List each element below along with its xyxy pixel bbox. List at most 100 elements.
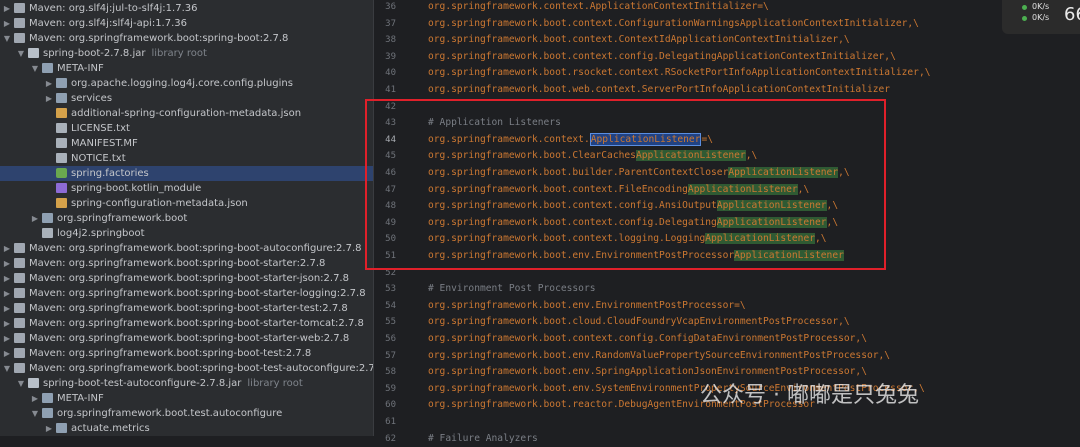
tree-item[interactable]: ▶ actuate.metrics (0, 421, 373, 436)
download-indicator-icon (1022, 16, 1027, 21)
code-line[interactable]: org.springframework.boot.context.Configu… (428, 16, 919, 32)
tree-item[interactable]: spring.factories (0, 166, 373, 181)
code-line[interactable]: org.springframework.boot.web.context.Ser… (428, 82, 890, 98)
tree-item[interactable]: ▶ Maven: org.springframework.boot:spring-… (0, 331, 373, 346)
chevron-down-icon[interactable]: ▼ (16, 376, 26, 391)
jar-icon (28, 48, 39, 58)
line-number: 57 (385, 350, 396, 361)
tree-item[interactable]: ▶ Maven: org.springframework.boot:spring-… (0, 346, 373, 361)
code-line[interactable]: org.springframework.boot.rsocket.context… (428, 65, 931, 81)
tree-item-sublabel: library root (247, 378, 303, 389)
folder-icon (42, 408, 53, 418)
code-comment: # Failure Analyzers (428, 432, 538, 444)
tree-item[interactable]: ▶ org.apache.logging.log4j.core.config.pl… (0, 76, 373, 91)
tree-item-label: spring-configuration-metadata.json (71, 198, 248, 209)
tree-item[interactable]: ▶ Maven: org.slf4j:slf4j-api:1.7.36 (0, 16, 373, 31)
code-token: =\ (757, 1, 769, 12)
code-token: org.springframework.boot.rsocket.context… (428, 67, 931, 79)
tree-item[interactable]: ▶ Maven: org.springframework.boot:spring-… (0, 271, 373, 286)
tree-item[interactable]: ▶ Maven: org.springframework.boot:spring-… (0, 256, 373, 271)
chevron-right-icon[interactable]: ▶ (30, 391, 40, 406)
tree-item[interactable]: LICENSE.txt (0, 121, 373, 136)
line-number: 60 (385, 400, 396, 411)
chevron-right-icon[interactable]: ▶ (2, 241, 12, 256)
chevron-right-icon[interactable]: ▶ (44, 76, 54, 91)
tree-item-label: Maven: org.springframework.boot:spring-b… (29, 288, 366, 299)
library-icon (14, 363, 25, 373)
chevron-right-icon[interactable]: ▶ (2, 1, 12, 16)
tree-item[interactable]: spring-boot.kotlin_module (0, 181, 373, 196)
chevron-down-icon[interactable]: ▼ (2, 31, 12, 46)
usage-percent: 66 (1064, 4, 1080, 25)
tree-item-label: Maven: org.springframework.boot:spring-b… (29, 258, 326, 269)
code-line[interactable]: org.springframework.context.ApplicationC… (428, 0, 769, 15)
code-line[interactable]: org.springframework.boot.context.Context… (428, 32, 850, 48)
chevron-right-icon[interactable]: ▶ (2, 301, 12, 316)
tree-item-label: Maven: org.springframework.boot:spring-b… (29, 243, 362, 254)
library-icon (14, 348, 25, 358)
code-line[interactable]: org.springframework.boot.context.config.… (428, 331, 867, 347)
code-line[interactable]: org.springframework.boot.context.config.… (428, 49, 896, 65)
folder-icon (42, 63, 53, 73)
highlight-annotation-box (365, 99, 886, 270)
tree-item[interactable]: ▶ Maven: org.springframework.boot:spring-… (0, 286, 373, 301)
chevron-right-icon[interactable]: ▶ (44, 421, 54, 436)
library-icon (14, 258, 25, 268)
chevron-right-icon[interactable]: ▶ (30, 211, 40, 226)
tree-item[interactable]: ▼ Maven: org.springframework.boot:spring-… (0, 361, 373, 376)
tree-item[interactable]: additional-spring-configuration-metadata… (0, 106, 373, 121)
tree-item-label: LICENSE.txt (71, 123, 130, 134)
chevron-right-icon[interactable]: ▶ (2, 316, 12, 331)
tree-item[interactable]: ▼ META-INF (0, 61, 373, 76)
network-monitor-widget: 0K/s 0K/s 66 (1002, 0, 1080, 34)
chevron-right-icon[interactable]: ▶ (2, 331, 12, 346)
code-token: org.springframework.boot.context.Configu… (428, 17, 919, 29)
chevron-down-icon[interactable]: ▼ (30, 61, 40, 76)
tree-item-label: actuate.metrics (71, 423, 150, 434)
tree-item-label: additional-spring-configuration-metadata… (71, 108, 302, 119)
tree-item[interactable]: ▼ spring-boot-test-autoconfigure-2.7.8.ja… (0, 376, 373, 391)
tree-item-label: spring-boot.kotlin_module (71, 183, 202, 194)
line-number: 54 (385, 300, 396, 311)
code-token: org.springframework.context.ApplicationC… (428, 1, 758, 12)
code-line[interactable]: org.springframework.boot.env.RandomValue… (428, 348, 890, 364)
chevron-right-icon[interactable]: ▶ (2, 346, 12, 361)
tree-item[interactable]: ▶ Maven: org.springframework.boot:spring-… (0, 241, 373, 256)
tree-item[interactable]: spring-configuration-metadata.json (0, 196, 373, 211)
chevron-right-icon[interactable]: ▶ (2, 271, 12, 286)
tree-item[interactable]: ▶ services (0, 91, 373, 106)
line-number: 41 (385, 85, 396, 95)
tree-item[interactable]: ▼ spring-boot-2.7.8.jar library root (0, 46, 373, 61)
json-file-icon (56, 108, 67, 118)
tree-item-label: Maven: org.slf4j:jul-to-slf4j:1.7.36 (29, 3, 198, 14)
chevron-down-icon[interactable]: ▼ (30, 406, 40, 421)
tree-item[interactable]: ▶ Maven: org.springframework.boot:spring-… (0, 316, 373, 331)
code-line[interactable]: # Failure Analyzers (428, 431, 538, 447)
code-line[interactable]: org.springframework.boot.cloud.CloudFoun… (428, 314, 850, 330)
tree-item-label: Maven: org.springframework.boot:spring-b… (29, 303, 348, 314)
chevron-down-icon[interactable]: ▼ (16, 46, 26, 61)
chevron-right-icon[interactable]: ▶ (2, 256, 12, 271)
tree-item-label: org.springframework.boot.test.autoconfig… (57, 408, 283, 419)
tree-item[interactable]: ▶ Maven: org.springframework.boot:spring-… (0, 301, 373, 316)
library-icon (14, 288, 25, 298)
tree-item[interactable]: ▶ org.springframework.boot (0, 211, 373, 226)
tree-item[interactable]: ▼ org.springframework.boot.test.autoconfi… (0, 406, 373, 421)
tree-item[interactable]: MANIFEST.MF (0, 136, 373, 151)
code-line[interactable]: # Environment Post Processors (428, 281, 596, 297)
code-token: org.springframework.boot.env.RandomValue… (428, 349, 891, 361)
download-speed: 0K/s (1032, 13, 1050, 22)
chevron-down-icon[interactable]: ▼ (2, 361, 12, 376)
code-token: org.springframework.boot.env.SpringAppli… (428, 366, 867, 378)
chevron-right-icon[interactable]: ▶ (2, 286, 12, 301)
chevron-right-icon[interactable]: ▶ (44, 91, 54, 106)
tree-item[interactable]: ▼ Maven: org.springframework.boot:spring-… (0, 31, 373, 46)
line-number: 62 (385, 433, 396, 444)
tree-item[interactable]: ▶ META-INF (0, 391, 373, 406)
tree-item[interactable]: NOTICE.txt (0, 151, 373, 166)
code-line[interactable]: org.springframework.boot.env.Environment… (428, 298, 746, 314)
tree-item[interactable]: log4j2.springboot (0, 226, 373, 241)
tree-item[interactable]: ▶ Maven: org.slf4j:jul-to-slf4j:1.7.36 (0, 1, 373, 16)
chevron-right-icon[interactable]: ▶ (2, 16, 12, 31)
tree-item-label: Maven: org.springframework.boot:spring-b… (29, 348, 312, 359)
